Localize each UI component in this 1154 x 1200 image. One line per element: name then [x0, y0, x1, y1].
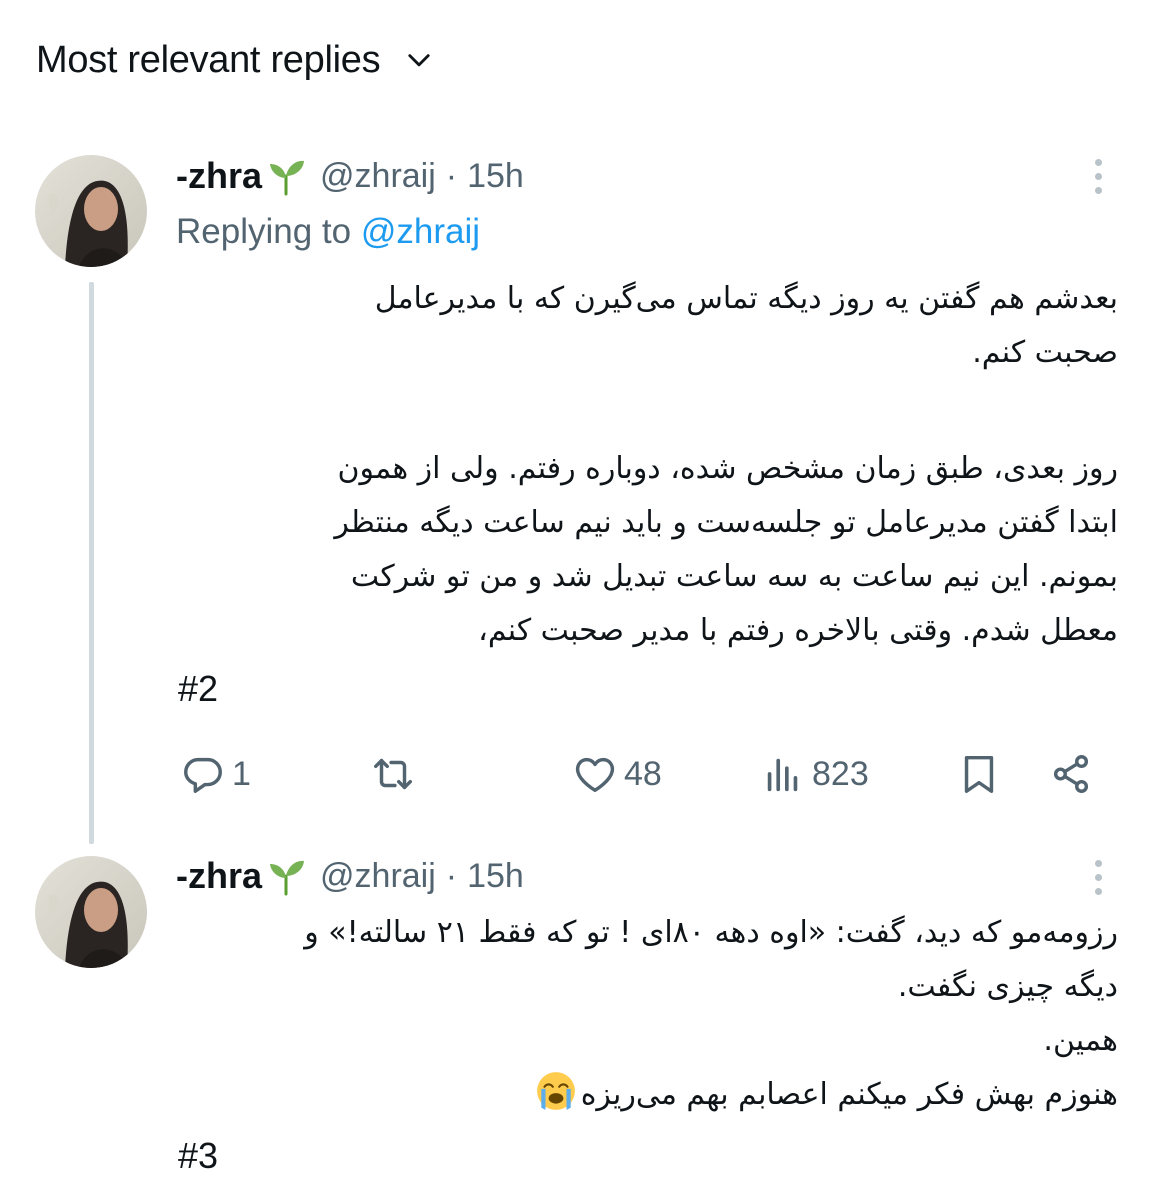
separator-dot: ·	[445, 156, 458, 195]
avatar[interactable]	[35, 856, 147, 968]
thread-connector-line	[89, 282, 94, 844]
replies-sort-title: Most relevant replies	[36, 38, 381, 81]
bookmark-button[interactable]	[956, 746, 1002, 802]
retweet-button[interactable]	[370, 746, 422, 802]
tweet-text-line: معطل شدم. وقتی بالاخره رفتم با مدیر صحبت…	[478, 613, 1118, 648]
reply-count: 1	[232, 754, 251, 793]
tweet-text-line: بعدشم هم گفتن یه روز دیگه تماس می‌گیرن ک…	[374, 281, 1118, 316]
tweet-header: -zhra @zhraij · 15h	[176, 852, 524, 900]
replying-to-mention[interactable]: @zhraij	[361, 212, 480, 251]
tweet-text-paragraph: روز بعدی، طبق زمان مشخص شده، دوباره رفتم…	[176, 442, 1118, 658]
display-name[interactable]: -zhra	[176, 155, 262, 197]
seedling-icon	[266, 856, 306, 896]
like-count: 48	[624, 754, 662, 793]
tweet-text-line: همین.	[1043, 1023, 1118, 1058]
retweet-icon	[374, 758, 412, 790]
separator-dot: ·	[445, 856, 458, 895]
tweet-actions: 1 48 823	[176, 746, 1106, 802]
replies-sort-header[interactable]: Most relevant replies	[36, 36, 432, 84]
view-count: 823	[812, 754, 869, 793]
tweet-text-paragraph: رزومه‌مو که دید، گفت: «اوه دهه ۸۰ای ! تو…	[176, 906, 1118, 1122]
tweet-text-line: رزومه‌مو که دید، گفت: «اوه دهه ۸۰ای ! تو…	[304, 915, 1118, 950]
tweet-text-line: دیگه چیزی نگفت.	[897, 969, 1118, 1004]
handle[interactable]: @zhraij	[320, 157, 436, 196]
handle[interactable]: @zhraij	[320, 857, 436, 896]
tweet-text-line: ابتدا گفتن مدیرعامل تو جلسه‌ست و باید نی…	[334, 505, 1118, 540]
thread-number: #2	[178, 668, 219, 709]
loudly-crying-face-icon	[535, 1070, 577, 1112]
reply-button[interactable]: 1	[180, 746, 251, 802]
timestamp[interactable]: 15h	[467, 857, 524, 896]
heart-icon	[575, 757, 615, 793]
seedling-icon	[266, 156, 306, 196]
tweet-text-line: صحبت کنم.	[972, 335, 1118, 370]
tweet-text-line: روز بعدی، طبق زمان مشخص شده، دوباره رفتم…	[337, 451, 1118, 486]
thread-number: #3	[178, 1135, 219, 1176]
chevron-down-icon[interactable]	[406, 47, 432, 73]
display-name[interactable]: -zhra	[176, 855, 262, 897]
tweet-text-line-with-emoji: هنوزم بهش فکر میکنم اعصابم بهم می‌ریزه	[176, 1068, 1118, 1122]
more-options-icon[interactable]	[1084, 154, 1112, 198]
like-button[interactable]: 48	[572, 746, 662, 802]
replying-to-label: Replying to	[176, 212, 352, 251]
share-button[interactable]	[1048, 746, 1094, 802]
tweet-text-line: بمونم. این نیم ساعت به سه ساعت تبدیل شد …	[350, 559, 1118, 594]
more-options-icon[interactable]	[1084, 855, 1112, 899]
tweet-header: -zhra @zhraij · 15h	[176, 152, 524, 200]
replying-to: Replying to @zhraij	[176, 212, 480, 252]
reply-icon	[184, 757, 222, 793]
avatar[interactable]	[35, 155, 147, 267]
tweet-text-paragraph: بعدشم هم گفتن یه روز دیگه تماس می‌گیرن ک…	[176, 272, 1118, 380]
bookmark-icon	[964, 755, 994, 793]
share-icon	[1053, 755, 1089, 793]
views-button[interactable]: 823	[760, 746, 869, 802]
timestamp[interactable]: 15h	[467, 157, 524, 196]
views-chart-icon	[767, 758, 798, 792]
tweet-text-line: هنوزم بهش فکر میکنم اعصابم بهم می‌ریزه	[580, 1077, 1118, 1112]
